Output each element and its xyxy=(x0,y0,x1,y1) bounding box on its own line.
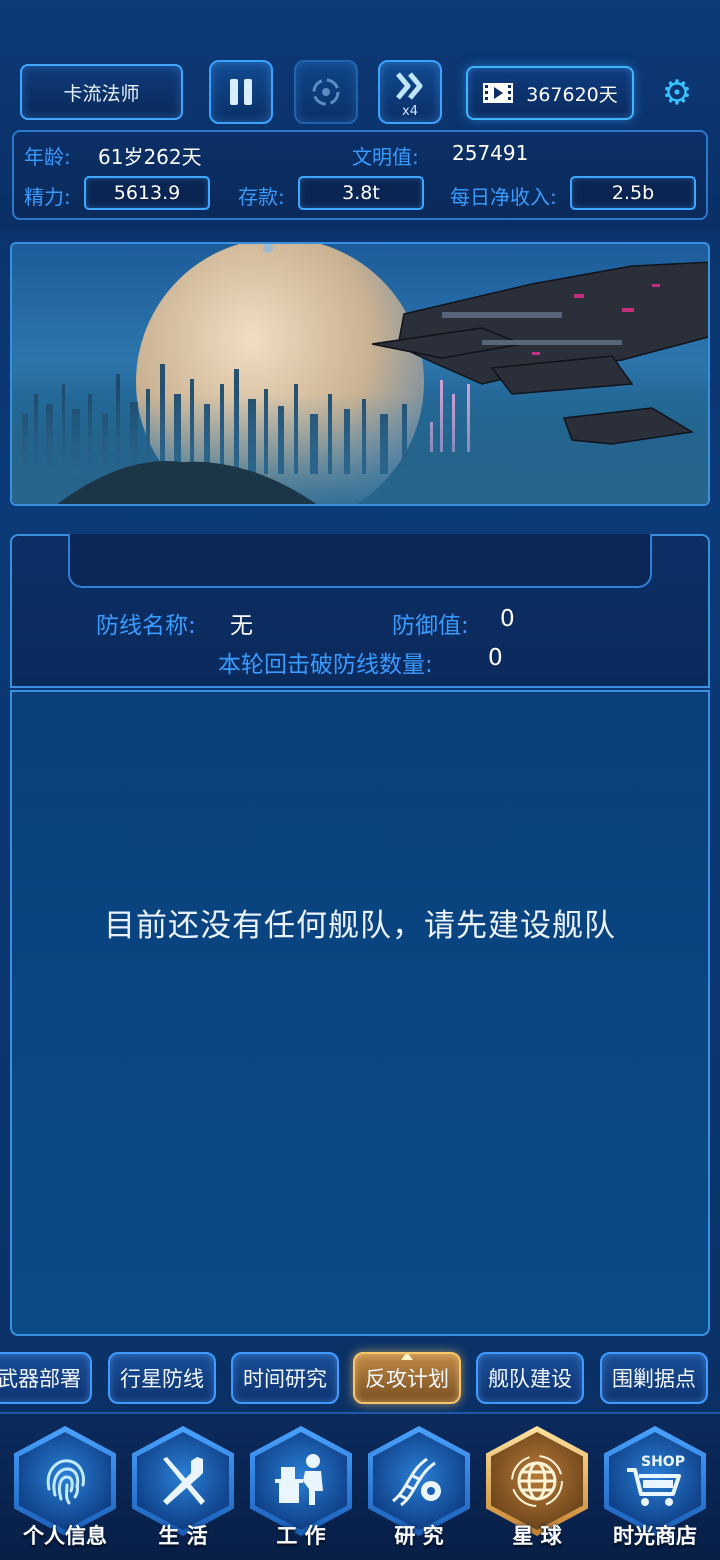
fast-forward-icon xyxy=(396,72,423,100)
defense-name-label: 防线名称: xyxy=(96,613,196,639)
income-label: 每日净收入: xyxy=(450,185,557,209)
subtab-fleet-build[interactable]: 舰队建设 xyxy=(476,1352,584,1404)
subtab-label: 行星防线 xyxy=(120,1367,204,1391)
savings-value-box: 3.8t xyxy=(298,176,424,210)
days-counter-button[interactable]: 367620天 xyxy=(466,66,634,120)
auto-target-button[interactable] xyxy=(294,60,358,124)
subtab-siege-stronghold[interactable]: 围剿据点 xyxy=(600,1352,708,1404)
defense-value: 0 xyxy=(500,606,515,632)
defense-name-value: 无 xyxy=(230,613,253,639)
broken-lines-label: 本轮回击破防线数量: xyxy=(218,652,433,678)
subtab-label: 舰队建设 xyxy=(488,1367,572,1391)
subtab-label: 反攻计划 xyxy=(365,1367,449,1391)
nav-label: 研 究 xyxy=(394,1524,444,1548)
savings-label: 存款: xyxy=(238,185,285,209)
nav-planet[interactable]: 星 球 xyxy=(482,1424,592,1556)
subtab-label: 武器部署 xyxy=(0,1367,81,1391)
player-name-button[interactable]: 卡流法师 xyxy=(20,64,183,120)
target-icon xyxy=(312,78,340,106)
speed-label: x4 xyxy=(402,104,418,119)
gear-icon[interactable]: ⚙ xyxy=(660,76,694,110)
nav-research[interactable]: 研 究 xyxy=(364,1424,474,1556)
speed-button[interactable]: x4 xyxy=(378,60,442,124)
subtab-counterattack-plan[interactable]: 反攻计划 xyxy=(353,1352,461,1404)
income-value: 2.5b xyxy=(611,182,655,204)
nav-label: 工 作 xyxy=(276,1524,326,1548)
nav-time-shop[interactable]: SHOP 时光商店 xyxy=(600,1424,710,1556)
player-name: 卡流法师 xyxy=(63,82,140,105)
defense-value-label: 防御值: xyxy=(392,613,469,639)
civilization-label: 文明值: xyxy=(352,145,419,169)
desk-worker-icon xyxy=(275,1454,323,1505)
subtab-weapon-deploy[interactable]: 武器部署 xyxy=(0,1352,92,1404)
subtab-time-research[interactable]: 时间研究 xyxy=(231,1352,339,1404)
savings-value: 3.8t xyxy=(342,182,380,204)
nav-work[interactable]: 工 作 xyxy=(246,1424,356,1556)
fork-knife-icon xyxy=(163,1457,205,1505)
energy-value: 5613.9 xyxy=(113,182,181,204)
subtab-planet-defense[interactable]: 行星防线 xyxy=(108,1352,216,1404)
fleet-list-panel xyxy=(10,690,710,1336)
pause-icon xyxy=(230,79,252,105)
globe-icon xyxy=(511,1455,563,1507)
video-icon xyxy=(483,83,514,103)
civilization-value: 257491 xyxy=(452,141,529,165)
shop-badge: SHOP xyxy=(641,1454,685,1470)
nav-label: 星 球 xyxy=(512,1524,562,1548)
energy-value-box: 5613.9 xyxy=(84,176,210,210)
dna-gear-icon xyxy=(392,1457,441,1507)
space-scene-illustration xyxy=(12,244,708,504)
nav-label: 生 活 xyxy=(158,1524,208,1548)
planet-banner-image xyxy=(10,242,710,506)
age-label: 年龄: xyxy=(24,145,71,169)
shop-cart-icon: SHOP xyxy=(627,1454,685,1506)
age-value: 61岁262天 xyxy=(98,145,202,169)
energy-label: 精力: xyxy=(24,185,71,209)
days-value: 367620天 xyxy=(526,83,618,106)
defense-panel-header-tab xyxy=(68,534,652,588)
nav-personal-info[interactable]: 个人信息 xyxy=(10,1424,120,1556)
broken-lines-value: 0 xyxy=(488,645,503,671)
subtab-label: 围剿据点 xyxy=(612,1367,696,1391)
nav-label: 时光商店 xyxy=(613,1524,697,1548)
nav-label: 个人信息 xyxy=(23,1524,107,1548)
fingerprint-icon xyxy=(46,1459,85,1505)
nav-life[interactable]: 生 活 xyxy=(128,1424,238,1556)
fleet-empty-message: 目前还没有任何舰队，请先建设舰队 xyxy=(104,908,616,944)
income-value-box: 2.5b xyxy=(570,176,696,210)
subtab-label: 时间研究 xyxy=(243,1367,327,1391)
pause-button[interactable] xyxy=(209,60,273,124)
